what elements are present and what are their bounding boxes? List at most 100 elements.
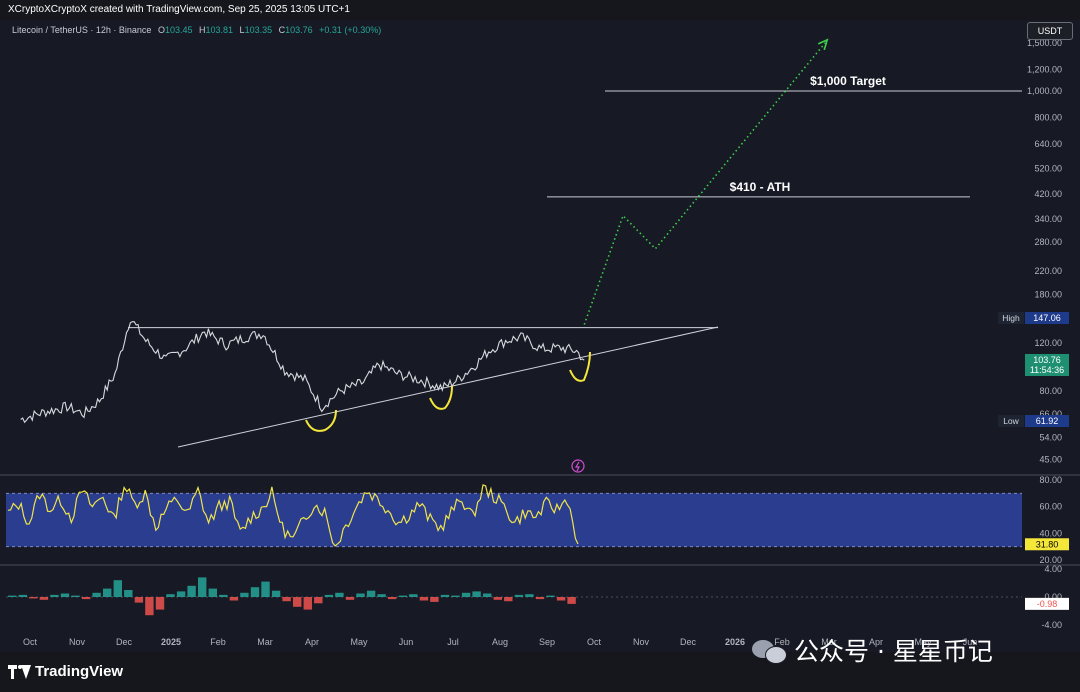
histogram-bar — [208, 588, 217, 597]
histogram-bar — [556, 597, 566, 601]
price-tick-label: 54.00 — [1039, 433, 1062, 443]
histogram-last-value: -0.98 — [1037, 599, 1058, 609]
histogram-bar — [187, 585, 196, 597]
lightning-icon-glyph — [574, 461, 580, 472]
watermark-text: 公众号 · 星星币记 — [794, 637, 993, 666]
symbol-name: Litecoin / TetherUS · 12h · Binance — [12, 25, 152, 35]
histogram-bar — [198, 577, 207, 597]
price-tick-label: 180.00 — [1034, 290, 1062, 300]
time-tick-label: 2026 — [725, 637, 745, 647]
histogram-bar — [535, 597, 545, 600]
time-tick-label: Aug — [492, 637, 508, 647]
price-tick-label: 280.00 — [1034, 237, 1062, 247]
histogram-bar — [92, 592, 101, 597]
histogram-bar — [60, 593, 70, 597]
histogram-bar — [514, 594, 524, 597]
histogram-bar — [546, 595, 555, 597]
tradingview-logo-icon — [8, 664, 31, 679]
time-tick-label: Jul — [447, 637, 459, 647]
histogram-bar — [219, 594, 228, 597]
histogram-bar — [493, 597, 502, 600]
price-tick-label: 520.00 — [1034, 164, 1062, 174]
chart-svg[interactable]: $1,000 Target$410 - ATH 1,500.001,200.00… — [0, 0, 1080, 692]
histogram-bar — [335, 592, 344, 597]
histogram-bar — [483, 593, 492, 597]
histogram-bar — [303, 597, 312, 610]
low-tag-value: 61.92 — [1036, 416, 1059, 426]
projection-arrowhead — [817, 38, 829, 51]
histogram-bar — [398, 595, 407, 597]
histogram-bar — [345, 597, 355, 600]
histogram-bar — [567, 597, 576, 604]
price-tick-label: 340.00 — [1034, 214, 1062, 224]
histogram-bar — [409, 594, 418, 597]
histogram-pane — [6, 577, 1022, 616]
price-tick-label: 1,000.00 — [1027, 86, 1062, 96]
histogram-bar — [18, 594, 27, 597]
time-tick-label: Apr — [305, 637, 319, 647]
rsi-band — [6, 493, 1022, 547]
time-tick-label: Dec — [116, 637, 133, 647]
price-tick-label: 1,200.00 — [1027, 64, 1062, 74]
high-value: 103.81 — [205, 25, 234, 35]
histogram-bar — [50, 594, 59, 597]
price-tick-label: 120.00 — [1034, 338, 1062, 348]
histogram-bar — [81, 597, 91, 600]
price-tick-label: 80.00 — [1039, 386, 1062, 396]
histogram-bar — [271, 590, 281, 597]
price-tick-label: 420.00 — [1034, 189, 1062, 199]
histogram-bar — [134, 597, 144, 603]
level-label: $410 - ATH — [730, 180, 791, 194]
histogram-bar — [293, 597, 302, 607]
histogram-bar — [419, 597, 429, 601]
histogram-bar — [388, 597, 397, 600]
histogram-bar — [71, 595, 80, 597]
low-tag-label: Low — [1003, 416, 1019, 426]
histogram-bar — [440, 594, 450, 597]
histogram-bar — [366, 590, 376, 597]
high-tag-value: 147.06 — [1033, 313, 1061, 323]
time-tick-label: Nov — [69, 637, 86, 647]
tradingview-brand[interactable]: TradingView — [8, 663, 123, 680]
low-value: 103.35 — [244, 25, 273, 35]
histogram-bar — [240, 592, 249, 597]
currency-button[interactable]: USDT — [1027, 22, 1073, 40]
time-tick-label: 2025 — [161, 637, 181, 647]
time-tick-label: Jun — [399, 637, 414, 647]
wechat-icon — [752, 638, 787, 664]
histogram-bar — [451, 595, 460, 597]
histogram-bar — [155, 597, 165, 610]
symbol-legend: Litecoin / TetherUS · 12h · Binance O 103… — [12, 25, 381, 35]
time-tick-label: Feb — [210, 637, 226, 647]
price-tick-label: 800.00 — [1034, 113, 1062, 123]
histogram-bar — [250, 587, 260, 597]
histogram-bar — [145, 597, 154, 616]
rsi-tick-label: 40.00 — [1039, 528, 1062, 538]
open-label: O — [157, 25, 165, 35]
histogram-bar — [282, 597, 291, 602]
swing-low-marker — [429, 385, 453, 410]
rsi-pane — [6, 484, 1022, 548]
histogram-bar — [29, 597, 38, 599]
rsi-last-value: 31.80 — [1036, 539, 1059, 549]
price-pane: $1,000 Target $410 - ATH — [20, 38, 1022, 473]
time-tick-label: Nov — [633, 637, 650, 647]
time-tick-label: Oct — [23, 637, 38, 647]
close-value: 103.76 — [285, 25, 313, 35]
histogram-bar — [229, 597, 239, 601]
histogram-bar — [39, 597, 49, 600]
time-tick-label: Dec — [680, 637, 697, 647]
histogram-bar — [377, 594, 386, 597]
high-tag-label: High — [1002, 313, 1020, 323]
support-trendline — [177, 326, 719, 448]
histogram-bar — [314, 597, 323, 604]
price-line — [20, 321, 585, 424]
histogram-tick-label: 4.00 — [1044, 564, 1062, 574]
histogram-bar — [504, 597, 513, 602]
price-tick-label: 45.00 — [1039, 454, 1062, 464]
price-tick-label: 640.00 — [1034, 139, 1062, 149]
rsi-tick-label: 80.00 — [1039, 475, 1062, 485]
histogram-bar — [324, 594, 334, 597]
histogram-bar — [113, 580, 122, 597]
histogram-bar — [525, 594, 534, 597]
